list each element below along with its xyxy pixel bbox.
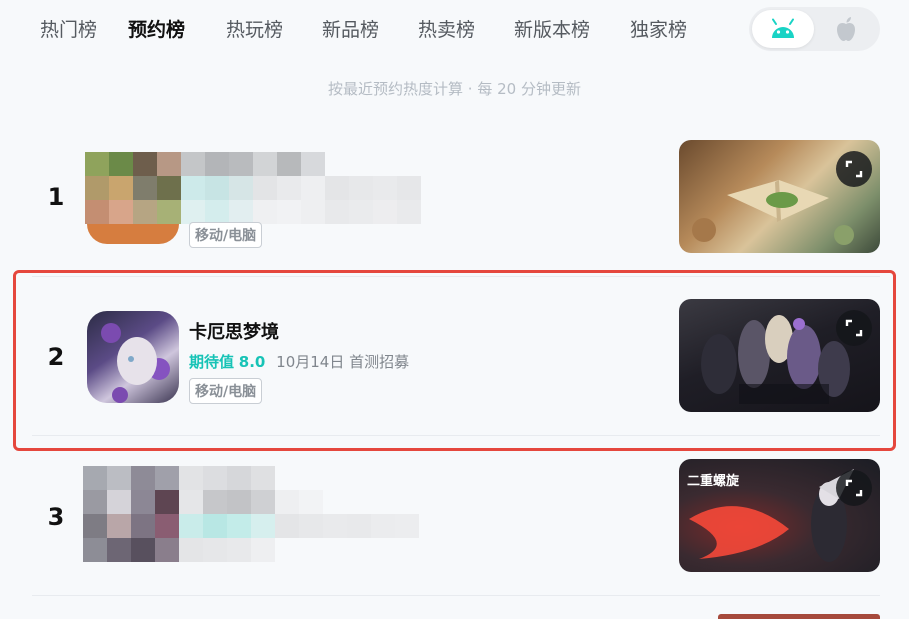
- rank-number: 2: [47, 343, 65, 371]
- tab-hot-label: 热门榜: [40, 19, 98, 41]
- tab-new[interactable]: 新品榜: [322, 15, 379, 42]
- thumbnail-caption: 二重螺旋: [687, 474, 740, 489]
- tab-new-label: 新品榜: [322, 19, 380, 41]
- tab-hot-play-label: 热玩榜: [226, 19, 284, 41]
- game-thumbnail[interactable]: [679, 299, 880, 412]
- tab-hot[interactable]: 热门榜: [40, 15, 97, 42]
- tab-bar: 热门榜 预约榜 热玩榜 新品榜 热卖榜 新版本榜 独家榜: [0, 0, 909, 60]
- game-icon-art: [101, 323, 170, 403]
- expand-icon: [845, 479, 863, 497]
- apple-button[interactable]: [815, 10, 877, 48]
- game-thumbnail[interactable]: [679, 140, 880, 253]
- ranking-page: 热门榜 预约榜 热玩榜 新品榜 热卖榜 新版本榜 独家榜 按最近预约热度计算 ·…: [0, 0, 909, 619]
- android-button[interactable]: [752, 10, 814, 48]
- update-note: 按最近预约热度计算 · 每 20 分钟更新: [328, 80, 581, 98]
- tab-reservation-label: 预约榜: [128, 19, 186, 41]
- next-thumbnail-peek: [718, 614, 880, 619]
- list-item[interactable]: 2 卡厄思梦境 期待值 8.0 10月14日 首测招募 移动/电脑: [32, 298, 880, 458]
- list-item[interactable]: 3 二重螺旋: [32, 458, 880, 618]
- expand-icon: [845, 160, 863, 178]
- tab-exclusive-label: 独家榜: [630, 19, 688, 41]
- game-thumbnail[interactable]: 二重螺旋: [679, 459, 880, 572]
- tab-reservation[interactable]: 预约榜: [128, 15, 186, 42]
- tab-hot-play[interactable]: 热玩榜: [226, 15, 283, 42]
- tab-hot-sale[interactable]: 热卖榜: [418, 15, 475, 42]
- pixelated-mosaic: [83, 466, 419, 562]
- expand-button[interactable]: [836, 310, 872, 346]
- android-icon: [772, 18, 794, 38]
- game-title[interactable]: 卡厄思梦境: [189, 318, 409, 344]
- tab-hot-sale-label: 热卖榜: [418, 19, 476, 41]
- platform-badge: 移动/电脑: [189, 222, 263, 248]
- game-icon[interactable]: [87, 311, 179, 403]
- rating-label: 期待值: [189, 353, 235, 371]
- platform-badge: 移动/电脑: [189, 378, 263, 404]
- tab-exclusive[interactable]: 独家榜: [630, 15, 687, 42]
- meta-line: 期待值 8.0 10月14日 首测招募: [189, 351, 409, 372]
- release-date: 10月14日 首测招募: [276, 353, 410, 371]
- rank-number: 1: [47, 183, 65, 211]
- tab-new-version-label: 新版本榜: [514, 19, 591, 41]
- apple-icon: [837, 17, 855, 41]
- row-divider: [32, 435, 880, 436]
- row-divider: [32, 276, 880, 277]
- rank-number: 3: [47, 503, 65, 531]
- expand-button[interactable]: [836, 470, 872, 506]
- row-divider: [32, 595, 880, 596]
- expand-icon: [845, 319, 863, 337]
- os-switch: [749, 7, 880, 51]
- rating-value: 8.0: [238, 353, 266, 371]
- expand-button[interactable]: [836, 151, 872, 187]
- pixelated-mosaic: [85, 152, 445, 224]
- tab-new-version[interactable]: 新版本榜: [514, 15, 590, 42]
- game-info: 卡厄思梦境 期待值 8.0 10月14日 首测招募 移动/电脑: [189, 318, 409, 404]
